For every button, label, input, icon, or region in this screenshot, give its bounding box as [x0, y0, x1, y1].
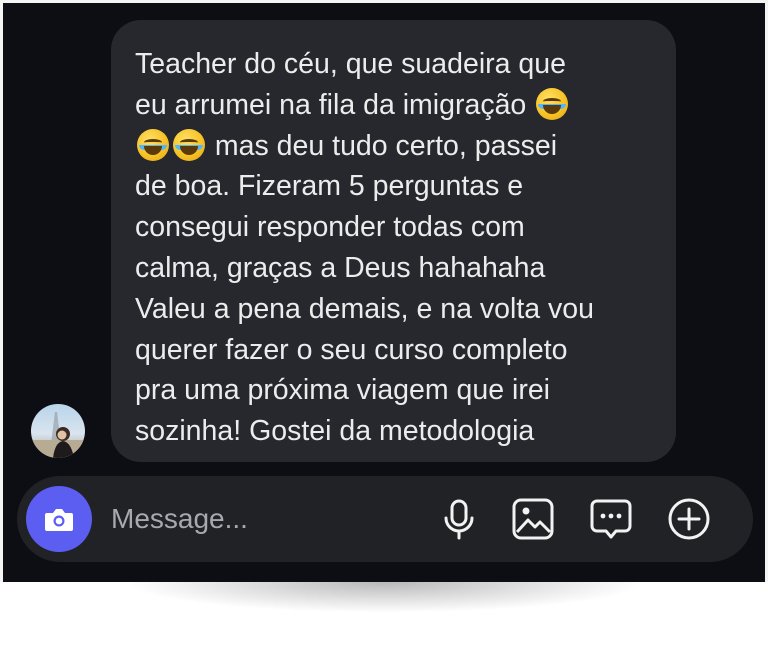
- message-line-4: de boa. Fizeram 5 perguntas e: [135, 170, 524, 203]
- microphone-icon: [444, 499, 474, 540]
- chat-screen: Teacher do céu, que suadeira que eu arru…: [0, 0, 768, 582]
- message-input[interactable]: [111, 496, 411, 542]
- face-with-tears-of-joy-icon: [137, 128, 169, 161]
- message-line-5: consegui responder todas com: [135, 211, 525, 244]
- message-line-10: sozinha! Gostei da metodologia: [135, 415, 535, 448]
- message-text: Teacher do céu, que suadeira que eu arru…: [135, 44, 655, 452]
- sticker-button[interactable]: [587, 495, 635, 543]
- drop-shadow: [130, 582, 640, 612]
- more-options-button[interactable]: [665, 495, 713, 543]
- sender-avatar[interactable]: [31, 404, 85, 458]
- camera-icon: [45, 509, 73, 531]
- message-line-6: calma, graças a Deus hahahaha: [135, 251, 546, 284]
- message-composer: [17, 476, 753, 562]
- gallery-button[interactable]: [509, 495, 557, 543]
- message-line-9: pra uma próxima viagem que irei: [135, 374, 551, 407]
- plus-icon: [668, 498, 710, 540]
- camera-button[interactable]: [26, 486, 92, 552]
- message-line-1: Teacher do céu, que suadeira que: [135, 48, 566, 80]
- avatar-photo: [31, 412, 85, 458]
- microphone-button[interactable]: [435, 495, 483, 543]
- face-with-tears-of-joy-icon: [173, 128, 205, 161]
- received-message-bubble[interactable]: Teacher do céu, que suadeira que eu arru…: [111, 20, 676, 462]
- image-icon: [512, 498, 554, 540]
- message-line-8: querer fazer o seu curso completo: [135, 333, 568, 366]
- message-line-2: eu arrumei na fila da imigração: [135, 88, 527, 121]
- message-line-7: Valeu a pena demais, e na volta vou: [135, 292, 594, 325]
- message-line-3: mas deu tudo certo, passei: [214, 129, 558, 162]
- face-with-tears-of-joy-icon: [536, 87, 569, 120]
- frame-border-top: [0, 0, 768, 3]
- frame-border-left: [0, 0, 3, 582]
- sticker-icon: [590, 499, 632, 539]
